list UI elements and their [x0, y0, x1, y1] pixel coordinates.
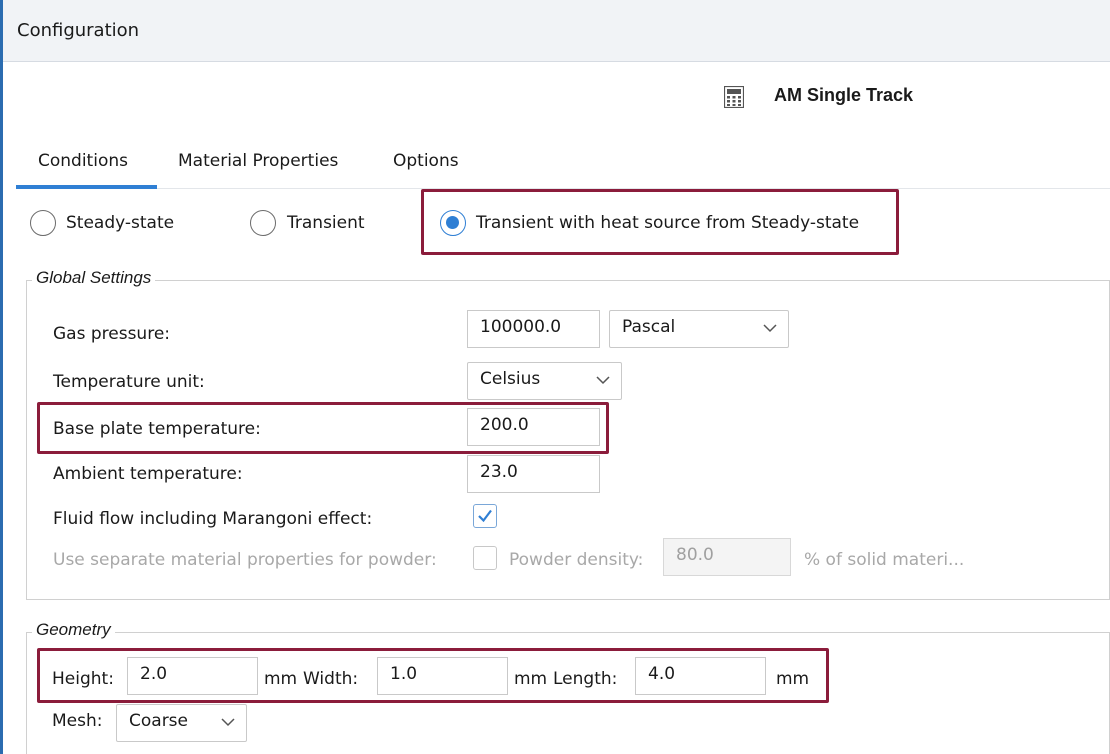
- tab-conditions[interactable]: Conditions: [38, 151, 128, 171]
- highlight-base-plate-temperature: [37, 402, 609, 454]
- gas-pressure-label: Gas pressure:: [53, 324, 171, 344]
- title-bar: Configuration: [3, 0, 1110, 62]
- checkmark-icon: [478, 509, 492, 523]
- radio-transient-label[interactable]: Transient: [287, 213, 365, 233]
- chevron-down-icon: [763, 324, 777, 333]
- active-tab-indicator: [16, 185, 157, 189]
- ambient-temperature-label: Ambient temperature:: [53, 464, 243, 484]
- separate-powder-checkbox[interactable]: [473, 546, 497, 570]
- highlight-geometry-dimensions: [37, 648, 829, 703]
- radio-steady-state-label[interactable]: Steady-state: [66, 213, 174, 233]
- mesh-value: Coarse: [129, 711, 188, 731]
- chevron-down-icon: [221, 718, 235, 727]
- app-name: AM Single Track: [774, 85, 914, 105]
- separate-powder-label: Use separate material properties for pow…: [53, 550, 437, 570]
- tab-options[interactable]: Options: [393, 151, 459, 171]
- highlight-mode-selection: [421, 189, 899, 255]
- gas-pressure-input[interactable]: 100000.0: [467, 310, 600, 348]
- radio-steady-state[interactable]: [30, 210, 56, 236]
- window-title: Configuration: [17, 20, 140, 41]
- fluid-flow-checkbox[interactable]: [473, 504, 497, 528]
- fluid-flow-label: Fluid flow including Marangoni effect:: [53, 509, 373, 529]
- mesh-select[interactable]: Coarse: [116, 704, 247, 742]
- temperature-unit-label: Temperature unit:: [53, 372, 205, 392]
- geometry-legend: Geometry: [32, 620, 115, 640]
- mesh-label: Mesh:: [52, 711, 103, 731]
- chevron-down-icon: [596, 376, 610, 385]
- calculator-icon: [724, 86, 744, 108]
- powder-density-suffix: % of solid materi...: [804, 550, 965, 570]
- tab-material-properties[interactable]: Material Properties: [178, 151, 338, 171]
- ambient-temperature-input[interactable]: 23.0: [467, 455, 600, 493]
- powder-density-input[interactable]: 80.0: [663, 538, 791, 576]
- temperature-unit-value: Celsius: [480, 369, 541, 389]
- radio-transient[interactable]: [250, 210, 276, 236]
- powder-density-label: Powder density:: [509, 550, 644, 570]
- gas-pressure-unit-value: Pascal: [622, 317, 676, 337]
- temperature-unit-select[interactable]: Celsius: [467, 362, 622, 400]
- global-settings-legend: Global Settings: [32, 268, 156, 288]
- gas-pressure-unit-select[interactable]: Pascal: [609, 310, 789, 348]
